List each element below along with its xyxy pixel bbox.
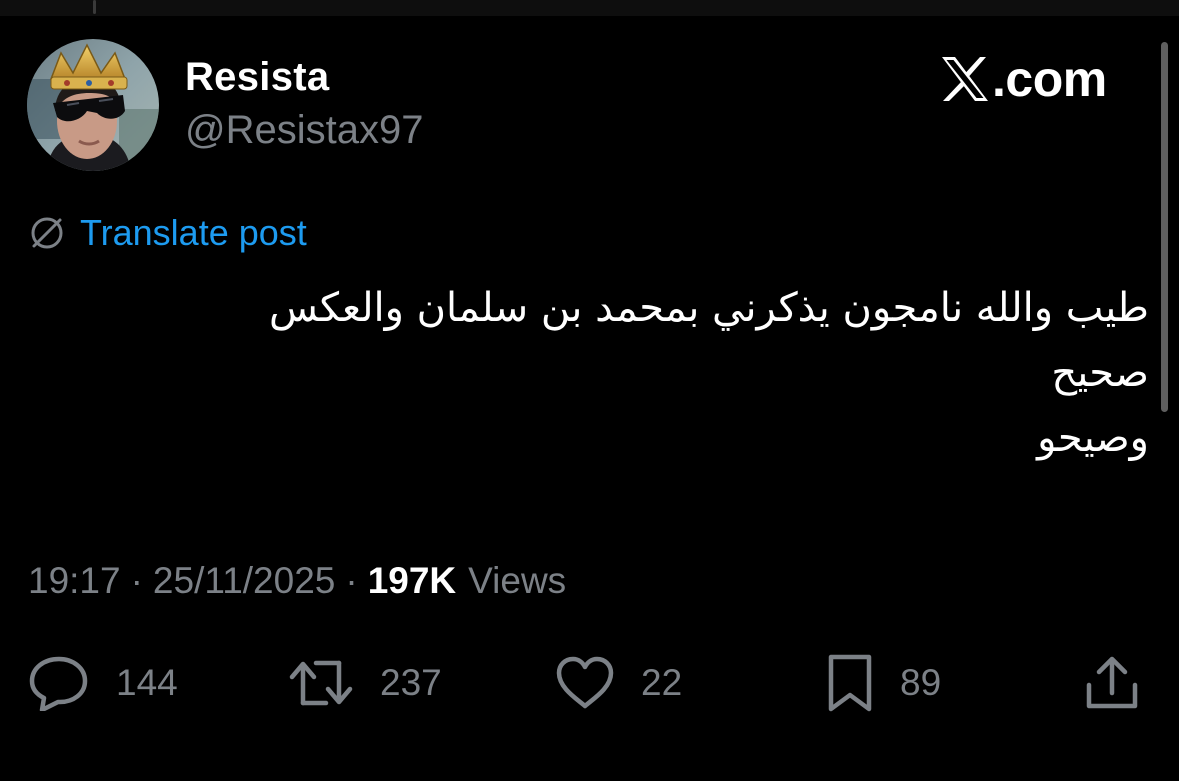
reply-icon bbox=[29, 656, 88, 711]
tweet-meta: 19:17 · 25/11/2025 · 197K Views bbox=[28, 556, 566, 606]
translate-post-link[interactable]: Translate post bbox=[28, 212, 307, 254]
action-bar: 144 237 22 89 bbox=[0, 652, 1179, 714]
scrollbar[interactable] bbox=[1161, 42, 1168, 412]
like-button[interactable]: 22 bbox=[555, 652, 682, 714]
views-count[interactable]: 197K bbox=[368, 560, 456, 602]
heart-icon bbox=[556, 656, 614, 709]
repost-count: 237 bbox=[380, 662, 442, 703]
bookmark-count: 89 bbox=[900, 662, 942, 703]
top-edge-strip bbox=[0, 0, 1179, 16]
reply-button[interactable]: 144 bbox=[28, 652, 178, 714]
repost-icon bbox=[289, 660, 353, 706]
tweet-time[interactable]: 19:17 bbox=[28, 560, 121, 602]
tweet-line-3: وصيحو bbox=[1037, 415, 1149, 461]
avatar[interactable] bbox=[27, 39, 159, 171]
display-name[interactable]: Resista bbox=[185, 55, 329, 100]
views-label[interactable]: Views bbox=[468, 560, 566, 602]
bookmark-icon bbox=[828, 654, 872, 712]
bookmark-button[interactable]: 89 bbox=[826, 652, 941, 714]
repost-button[interactable]: 237 bbox=[288, 652, 442, 714]
tweet-line-2: صحيح bbox=[1051, 350, 1149, 396]
x-com-brand: .com bbox=[940, 51, 1107, 107]
meta-separator: · bbox=[345, 560, 358, 601]
share-icon bbox=[1086, 656, 1138, 709]
tweet-date[interactable]: 25/11/2025 bbox=[153, 560, 335, 602]
meta-separator: · bbox=[130, 560, 143, 601]
user-handle[interactable]: @Resistax97 bbox=[185, 108, 423, 153]
x-logo-icon bbox=[942, 57, 988, 101]
tweet-line-1: طيب والله نامجون يذكرني بمحمد بن سلمان و… bbox=[268, 285, 1149, 331]
reply-count: 144 bbox=[116, 662, 178, 703]
translate-post-label: Translate post bbox=[80, 212, 307, 253]
globe-icon bbox=[31, 217, 63, 249]
tweet-text: طيب والله نامجون يذكرني بمحمد بن سلمان و… bbox=[29, 276, 1149, 471]
share-button[interactable] bbox=[1083, 652, 1141, 714]
brand-domain-text: .com bbox=[992, 51, 1107, 107]
crowned-person-avatar-icon bbox=[27, 39, 159, 171]
top-edge-tick bbox=[93, 0, 96, 14]
like-count: 22 bbox=[641, 662, 683, 703]
